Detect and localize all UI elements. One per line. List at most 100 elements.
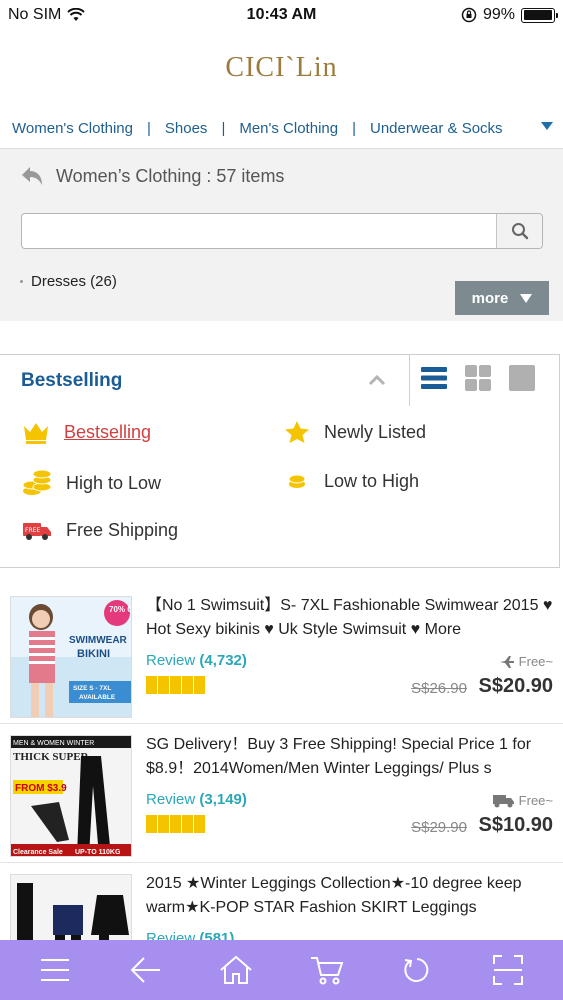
svg-text:BIKINI: BIKINI: [77, 648, 110, 660]
review-label: Review: [146, 652, 196, 669]
sort-option-bestselling[interactable]: Bestselling: [22, 420, 151, 444]
view-mode-switcher: [420, 364, 536, 392]
back-reply-icon[interactable]: [20, 165, 44, 187]
category-underwear-socks[interactable]: Underwear & Socks: [370, 120, 503, 137]
cart-button[interactable]: [305, 948, 349, 992]
subcategory-dresses[interactable]: Dresses (26): [20, 273, 117, 290]
category-shoes[interactable]: Shoes: [165, 120, 208, 137]
subcategory-area: Dresses (26) more: [0, 259, 563, 321]
more-button[interactable]: more: [455, 281, 549, 315]
shipping-label: Free~: [518, 793, 553, 808]
product-image[interactable]: 70% OFF SWIMWEAR BIKINI SIZE S - 7XL AVA…: [10, 596, 132, 718]
home-icon: [220, 955, 252, 984]
back-arrow-icon: [130, 957, 160, 983]
product-title[interactable]: 2015 ★Winter Leggings Collection★-10 deg…: [146, 872, 556, 920]
svg-text:FREE: FREE: [25, 527, 40, 534]
nav-separator: |: [352, 119, 356, 137]
coin-icon: [288, 474, 306, 488]
product-review[interactable]: Review (4,732): [146, 652, 247, 669]
sale-price: S$20.90: [478, 675, 553, 697]
product-review[interactable]: Review (3,149): [146, 791, 247, 808]
sort-option-newly-listed[interactable]: Newly Listed: [284, 420, 426, 444]
sort-option-label: Low to High: [324, 470, 420, 491]
product-item[interactable]: 70% OFF SWIMWEAR BIKINI SIZE S - 7XL AVA…: [0, 586, 563, 724]
category-mens-clothing[interactable]: Men's Clothing: [239, 120, 338, 137]
home-button[interactable]: [214, 948, 258, 992]
refresh-icon: [404, 958, 429, 982]
svg-text:UP-TO 110KG: UP-TO 110KG: [75, 849, 121, 856]
truck-icon: [492, 794, 514, 807]
sort-current-label: Bestselling: [21, 370, 123, 391]
product-title[interactable]: 【No 1 Swimsuit】S- 7XL Fashionable Swimwe…: [146, 594, 556, 642]
carrier-label: No SIM: [8, 6, 62, 23]
menu-button[interactable]: [33, 948, 77, 992]
svg-text:SIZE S - 7XL: SIZE S - 7XL: [73, 685, 111, 692]
rating-stars: [146, 676, 205, 694]
wifi-icon: [67, 8, 86, 21]
category-womens-clothing[interactable]: Women's Clothing: [12, 120, 133, 137]
bullet: [20, 280, 23, 283]
search-icon: [511, 223, 528, 240]
shipping-info: Free~: [499, 654, 553, 669]
review-label: Review: [146, 791, 196, 808]
gallery-view-icon[interactable]: [508, 364, 536, 392]
nav-separator: |: [146, 119, 151, 137]
status-bar: No SIM 10:43 AM 99%: [0, 0, 563, 30]
plane-icon: [499, 655, 514, 668]
search-box: [21, 213, 543, 249]
sort-option-label: Free Shipping: [66, 519, 179, 540]
battery-icon: [521, 7, 558, 23]
review-count: (3,149): [199, 791, 247, 808]
svg-text:70% OFF: 70% OFF: [109, 605, 132, 614]
sort-option-high-to-low[interactable]: High to Low: [22, 469, 161, 497]
svg-text:Clearance Sale: Clearance Sale: [13, 849, 63, 856]
chevron-down-icon: [520, 293, 533, 303]
search-input[interactable]: [22, 214, 496, 248]
coins-stack-icon: [22, 469, 52, 495]
svg-text:MEN & WOMEN WINTER: MEN & WOMEN WINTER: [13, 740, 94, 747]
sort-option-low-to-high[interactable]: Low to High: [284, 469, 419, 493]
search-button[interactable]: [496, 214, 542, 248]
chevron-up-icon[interactable]: [368, 374, 386, 386]
breadcrumb-label: Women’s Clothing : 57 items: [56, 165, 285, 186]
product-item[interactable]: MEN & WOMEN WINTER THICK SUPER FROM $3.9…: [0, 725, 563, 863]
nav-separator: |: [221, 119, 226, 137]
sort-option-label: Bestselling: [64, 421, 152, 442]
cart-icon: [310, 957, 344, 985]
product-image[interactable]: MEN & WOMEN WINTER THICK SUPER FROM $3.9…: [10, 735, 132, 857]
category-nav: Women's Clothing | Shoes | Men's Clothin…: [0, 108, 563, 148]
star-icon: [285, 421, 309, 443]
review-count: (4,732): [199, 652, 247, 669]
svg-text:THICK SUPER: THICK SUPER: [13, 751, 90, 763]
svg-text:FROM $3.9: FROM $3.9: [15, 783, 67, 794]
svg-text:AVAILABLE: AVAILABLE: [79, 694, 116, 701]
category-dropdown-icon[interactable]: [541, 122, 553, 130]
scan-button[interactable]: [486, 948, 530, 992]
sale-price: S$10.90: [478, 814, 553, 836]
original-price: S$29.90: [411, 819, 467, 836]
subcategory-label: Dresses (26): [31, 273, 117, 290]
sort-option-label: High to Low: [66, 472, 162, 493]
sort-dropdown-toggle[interactable]: Bestselling: [0, 354, 410, 406]
refresh-button[interactable]: [395, 948, 439, 992]
bottom-toolbar: [0, 940, 563, 1000]
sort-option-free-shipping[interactable]: FREE Free Shipping: [22, 518, 178, 542]
menu-icon: [41, 959, 70, 981]
free-delivery-truck-icon: FREE: [23, 523, 51, 540]
rotation-lock-icon: [461, 7, 477, 23]
back-button[interactable]: [124, 948, 168, 992]
grid-view-icon[interactable]: [464, 364, 492, 392]
original-price: S$26.90: [411, 680, 467, 697]
list-view-icon[interactable]: [420, 364, 448, 392]
more-label: more: [471, 289, 509, 307]
breadcrumb: Women’s Clothing : 57 items: [20, 165, 284, 187]
scan-icon: [492, 955, 523, 985]
battery-percent: 99%: [482, 6, 515, 23]
product-title[interactable]: SG Delivery！Buy 3 Free Shipping! Special…: [146, 733, 556, 781]
sort-option-label: Newly Listed: [324, 421, 427, 442]
listing-header: Women’s Clothing : 57 items Dresses (26)…: [0, 148, 563, 321]
shipping-label: Free~: [518, 654, 553, 669]
shipping-info: Free~: [492, 793, 553, 808]
svg-text:SWIMWEAR: SWIMWEAR: [69, 635, 128, 646]
brand-logo[interactable]: CICI`Lin: [0, 52, 563, 84]
